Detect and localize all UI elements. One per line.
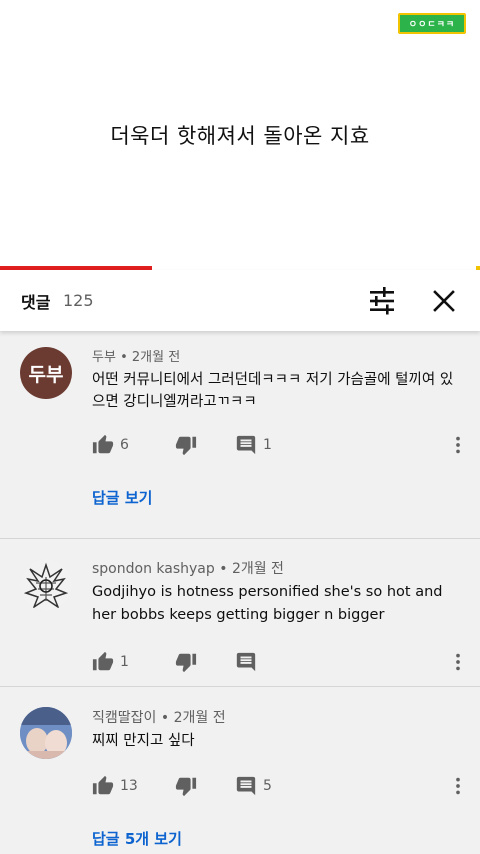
thumb-down-icon [175,777,197,797]
comment-meta: spondon kashyap • 2개월 전 [92,558,284,578]
video-frame-caption: 더욱더 핫해져서 돌아온 지효 [110,124,370,148]
channel-logo-text: ㅇㅇㄷㅋㅋ [408,20,456,30]
avatar-image [20,707,72,759]
thumb-up-icon [92,775,114,795]
more-button[interactable] [447,434,469,456]
avatar-text: 두부 [28,363,64,386]
more-button[interactable] [447,775,469,797]
reply-button[interactable] [235,434,257,456]
comment-icon [236,435,256,455]
comment-time: 2개월 전 [131,350,181,365]
comment-author[interactable]: 두부 [92,350,116,365]
sort-button[interactable] [366,286,398,316]
dislike-button[interactable] [175,775,197,797]
comment-time: 2개월 전 [231,561,284,577]
like-button[interactable] [92,775,114,797]
comments-header: 댓글 125 [0,270,480,331]
comment-time: 2개월 전 [173,710,226,726]
meta-separator: • [120,350,128,365]
reply-count: 1 [263,437,272,453]
comment-text: 찌찌 만지고 싶다 [92,733,195,749]
thumb-down-icon [175,653,197,673]
comment-meta: 두부 • 2개월 전 [92,346,180,365]
comment-actions: 13 5 [92,775,472,799]
more-vert-icon [456,777,460,795]
reply-count: 5 [263,778,272,794]
tune-icon [370,287,394,315]
comments-list[interactable]: 두부 두부 • 2개월 전 어떤 커뮤니티에서 그러던데ㅋㅋㅋ 저기 가슴골에 … [0,331,480,854]
comment-text: 어떤 커뮤니티에서 그러던데ㅋㅋㅋ 저기 가슴골에 털끼여 있으면 강디니엘꺼라… [92,372,454,410]
like-count: 6 [120,437,129,453]
comment-item: 직캠딸잡이 • 2개월 전 찌찌 만지고 싶다 13 5 답글 5개 보기 [0,687,480,854]
close-icon [433,290,455,312]
thumb-down-icon [175,436,197,456]
comment-author[interactable]: 직캠딸잡이 [92,710,156,726]
reply-button[interactable] [235,651,257,673]
comment-item: spondon kashyap • 2개월 전 Godjihyo is hotn… [0,539,480,687]
avatar[interactable] [20,559,72,611]
comment-actions: 1 [92,651,472,675]
close-button[interactable] [430,287,458,315]
meta-separator: • [160,710,170,726]
like-button[interactable] [92,651,114,673]
comment-text: Godjihyo is hotness personified she's so… [92,584,443,623]
comment-icon [236,652,256,672]
comments-count: 125 [63,291,94,310]
comments-title: 댓글 [21,293,51,312]
avatar[interactable]: 두부 [20,347,72,399]
dislike-button[interactable] [175,651,197,673]
meta-separator: • [219,561,228,577]
avatar-image [20,559,72,611]
like-count: 13 [120,778,138,794]
like-count: 1 [120,654,129,670]
view-replies-link[interactable]: 답글 5개 보기 [92,828,182,849]
dislike-button[interactable] [175,434,197,456]
avatar[interactable] [20,707,72,759]
comment-meta: 직캠딸잡이 • 2개월 전 [92,707,226,727]
channel-logo: ㅇㅇㄷㅋㅋ [398,13,466,34]
video-player[interactable]: ㅇㅇㄷㅋㅋ 더욱더 핫해져서 돌아온 지효 [0,0,480,270]
thumb-up-icon [92,434,114,454]
reply-button[interactable] [235,775,257,797]
comment-item: 두부 두부 • 2개월 전 어떤 커뮤니티에서 그러던데ㅋㅋㅋ 저기 가슴골에 … [0,331,480,539]
comment-icon [236,776,256,796]
more-vert-icon [456,436,460,454]
more-vert-icon [456,653,460,671]
view-replies-link[interactable]: 답글 보기 [92,487,152,508]
more-button[interactable] [447,651,469,673]
thumb-up-icon [92,651,114,671]
like-button[interactable] [92,434,114,456]
comment-actions: 6 1 [92,434,472,458]
comment-author[interactable]: spondon kashyap [92,561,215,577]
